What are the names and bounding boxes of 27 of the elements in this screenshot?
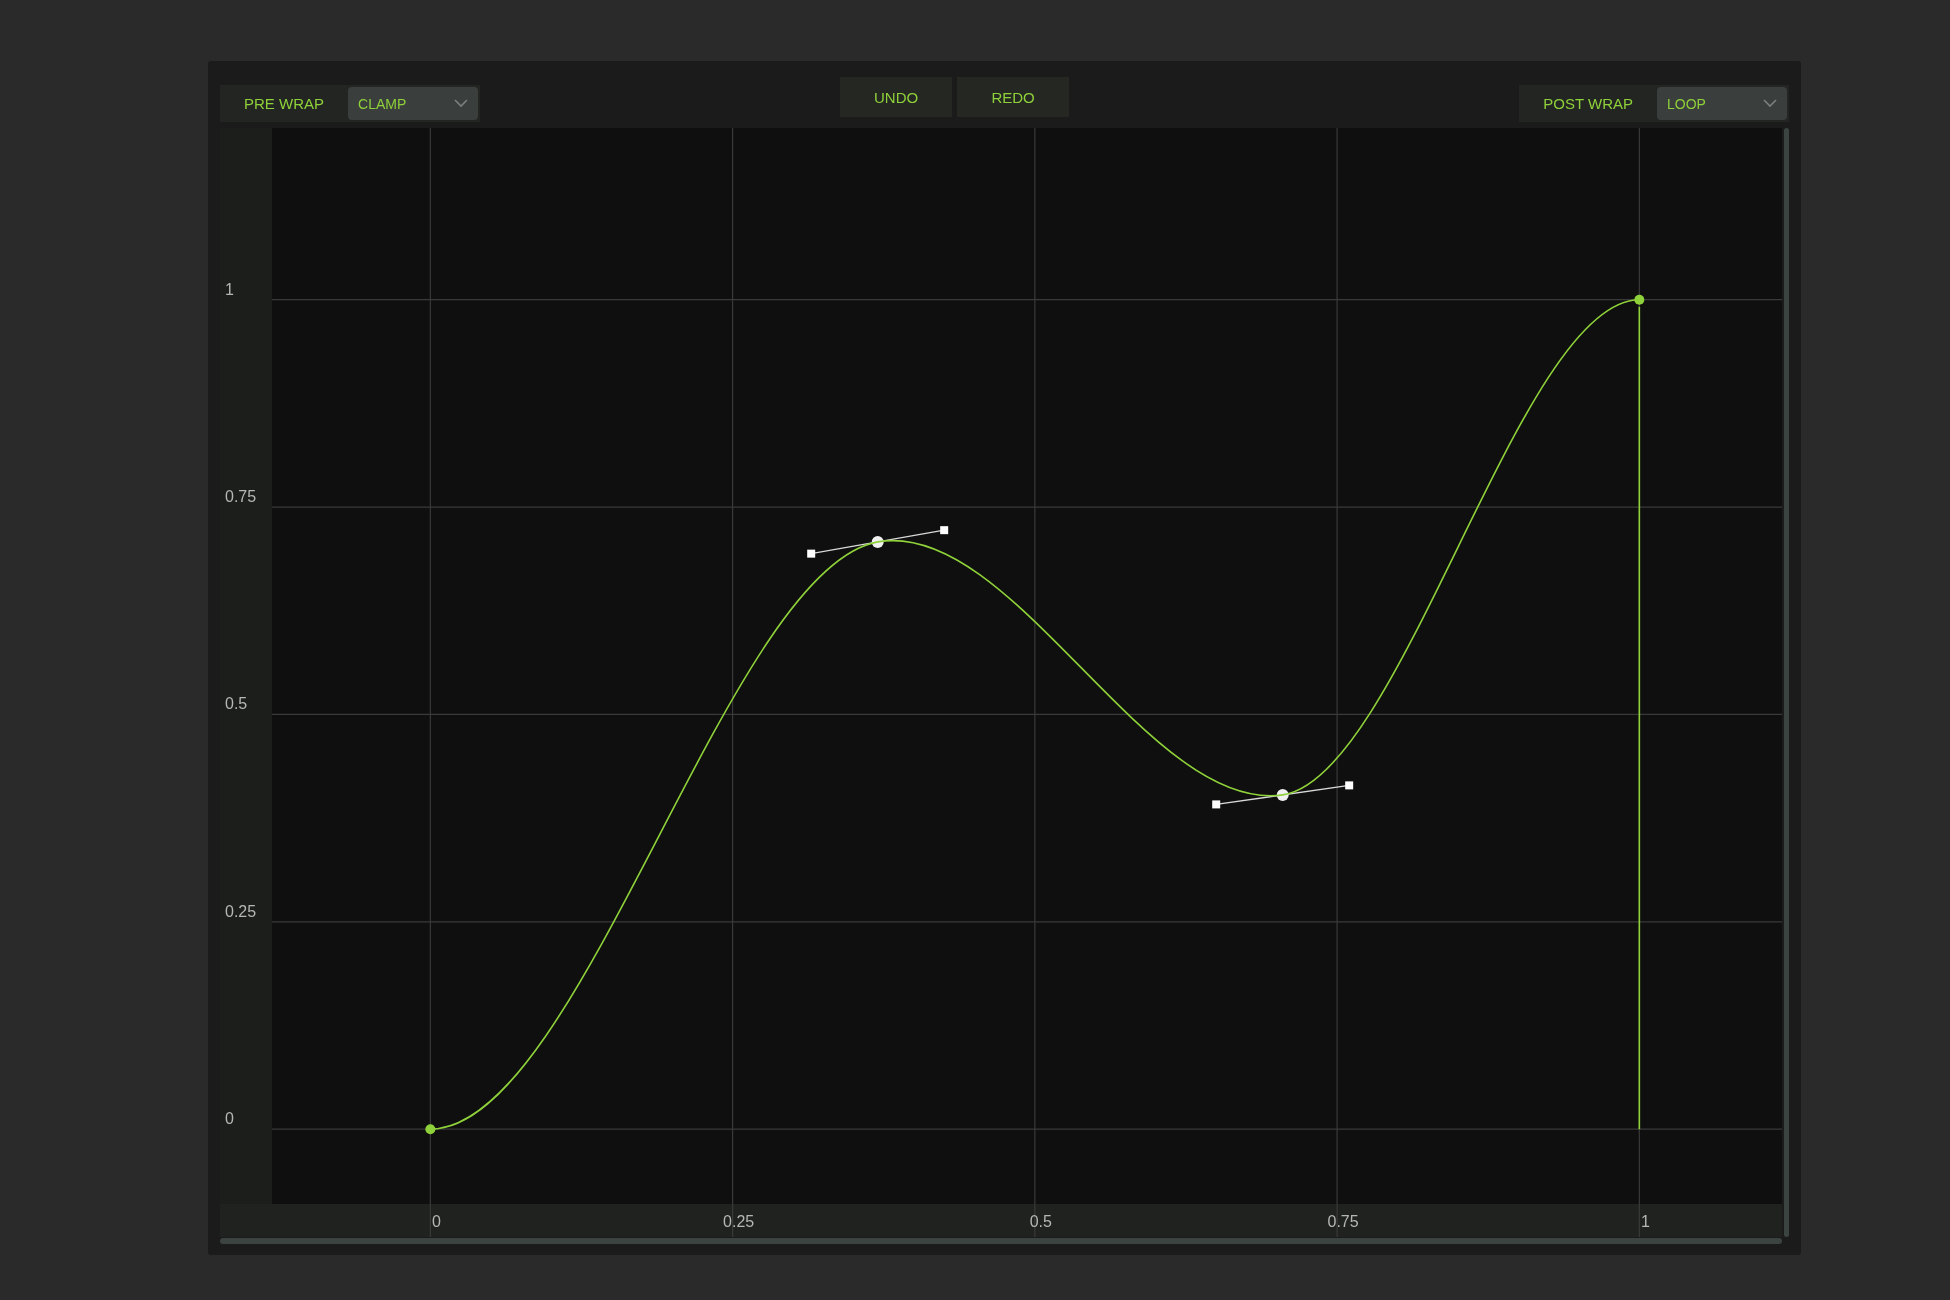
keyframe-point[interactable]	[1276, 788, 1289, 801]
x-tick-label: 0.25	[723, 1213, 755, 1230]
redo-button[interactable]: REDO	[957, 77, 1070, 117]
x-tick-label: 0.75	[1327, 1213, 1359, 1230]
undo-button[interactable]: UNDO	[840, 77, 953, 117]
x-tick-label: 0.5	[1029, 1213, 1052, 1230]
chevron-icon	[454, 99, 468, 108]
post-wrap-dropdown[interactable]: LOOP	[1657, 87, 1787, 120]
tangent-handle[interactable]	[807, 526, 949, 558]
y-tick-label: 0	[225, 1110, 234, 1128]
vertical-scrollbar[interactable]	[1784, 128, 1789, 1237]
tangent-handle[interactable]	[1212, 781, 1354, 809]
keyframe-point[interactable]	[1634, 294, 1645, 305]
y-tick-label: 0.25	[225, 902, 257, 920]
horizontal-scrollbar[interactable]	[220, 1238, 1782, 1244]
y-tick-label: 0.75	[225, 488, 257, 506]
x-tick-label: 1	[1640, 1213, 1650, 1230]
pre-wrap-dropdown[interactable]: CLAMP	[348, 87, 478, 120]
x-tick-label: 0	[431, 1213, 441, 1230]
y-tick-label: 1	[225, 280, 234, 298]
pre-wrap-label: PRE WRAP	[243, 94, 325, 114]
keyframe-point[interactable]	[871, 535, 884, 548]
chevron-icon	[1763, 99, 1777, 108]
y-tick-label: 0.5	[225, 695, 248, 713]
post-wrap-label: POST WRAP	[1542, 94, 1634, 114]
curve-plot[interactable]: 0 0.25 0.5 0.75 1 0 0.25 0.5 0.75 1	[220, 128, 1782, 1237]
keyframe-point[interactable]	[425, 1124, 436, 1135]
